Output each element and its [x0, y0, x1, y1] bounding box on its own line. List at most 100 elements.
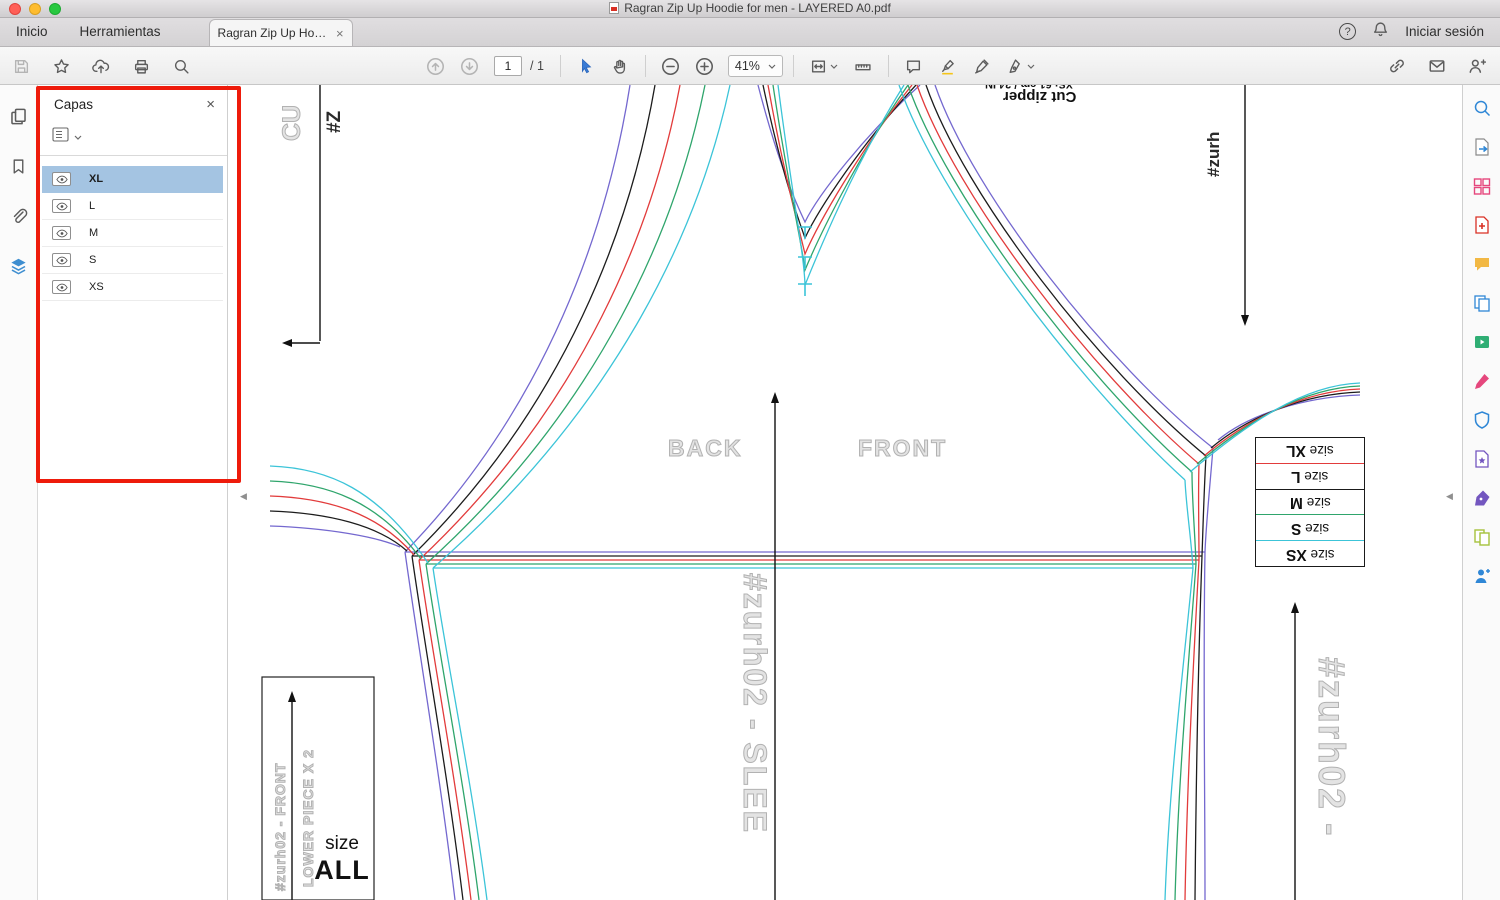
send-email-button[interactable] — [1422, 52, 1452, 80]
action-wizard-icon — [1474, 450, 1489, 468]
layers-options-button[interactable] — [52, 127, 69, 147]
eye-icon — [55, 283, 68, 291]
comment-icon — [907, 59, 921, 73]
next-page-button[interactable] — [454, 52, 484, 80]
ruler-icon — [855, 63, 871, 70]
save-button[interactable] — [6, 52, 36, 80]
favorite-button[interactable] — [46, 52, 76, 80]
fill-sign-icon — [1474, 374, 1489, 389]
left-navigation-rail — [0, 85, 38, 900]
document-tab-label: Ragran Zip Up Ho… — [217, 26, 327, 40]
pattern-lower-piece-label-1: #zurh02 - FRONT — [272, 762, 289, 892]
page-count-label: / 1 — [530, 59, 544, 73]
send-for-signature-button[interactable] — [1469, 563, 1495, 589]
zoom-level-dropdown[interactable]: 41% — [727, 55, 783, 77]
pattern-size-all-label: size ALL — [314, 833, 370, 885]
hand-tool-button[interactable] — [605, 52, 635, 80]
fountain-pen-icon — [975, 58, 990, 74]
certificates-button[interactable] — [1469, 485, 1495, 511]
protect-pdf-button[interactable] — [1469, 407, 1495, 433]
zoom-in-button[interactable] — [690, 52, 720, 80]
panel-options-icon — [52, 127, 69, 142]
share-upload-button[interactable] — [86, 52, 116, 80]
help-button[interactable]: ? — [1339, 23, 1357, 40]
pointer-icon — [581, 58, 592, 74]
bell-icon — [1374, 21, 1388, 36]
layer-label: M — [89, 227, 99, 239]
share-with-people-button[interactable] — [1462, 52, 1492, 80]
pattern-edge-text-left: CU — [278, 104, 307, 141]
send-signature-person-icon — [1475, 569, 1490, 583]
select-tool-button[interactable] — [571, 52, 601, 80]
fill-sign-button[interactable] — [1469, 368, 1495, 394]
share-link-button[interactable] — [1382, 52, 1412, 80]
page-thumbnails-button[interactable] — [4, 101, 34, 131]
eye-icon — [55, 229, 68, 237]
zoom-out-button[interactable] — [656, 52, 686, 80]
search-button[interactable] — [166, 52, 196, 80]
layer-row-m[interactable]: M — [42, 220, 223, 247]
bookmarks-button[interactable] — [4, 151, 34, 181]
layer-visibility-toggle[interactable] — [52, 280, 71, 294]
pdf-document-icon — [609, 1, 620, 17]
combine-files-button[interactable] — [1469, 290, 1495, 316]
edit-media-button[interactable] — [1469, 329, 1495, 355]
pattern-sleeve-label: #zurh02 - SLEE — [737, 573, 774, 835]
pattern-back-label: BACK — [667, 435, 743, 462]
layers-icon — [11, 258, 26, 274]
comment-tool-button[interactable] — [899, 52, 929, 80]
close-tab-button[interactable]: × — [336, 27, 344, 40]
layer-visibility-toggle[interactable] — [52, 199, 71, 213]
tab-home[interactable]: Inicio — [0, 17, 64, 46]
caret-down-icon — [830, 64, 838, 69]
search-tools-button[interactable] — [1469, 95, 1495, 121]
layer-row-l[interactable]: L — [42, 193, 223, 220]
layer-label: XL — [89, 173, 104, 185]
caret-down-icon — [1027, 64, 1035, 69]
layers-panel-close-button[interactable]: × — [206, 96, 215, 113]
collapse-right-panel-button[interactable]: ◀ — [1446, 491, 1453, 502]
previous-page-button[interactable] — [420, 52, 450, 80]
collapse-left-panel-button[interactable]: ◀ — [240, 491, 247, 502]
search-tools-icon — [1474, 100, 1490, 117]
size-table-row: size M — [1256, 490, 1364, 516]
bookmark-icon — [13, 158, 24, 174]
comments-tool-button[interactable] — [1469, 251, 1495, 277]
layer-row-xl[interactable]: XL — [42, 166, 223, 193]
sign-in-button[interactable]: Iniciar sesión — [1405, 24, 1484, 39]
print-button[interactable] — [126, 52, 156, 80]
sign-tool-button[interactable] — [967, 52, 997, 80]
layers-panel-title: Capas — [54, 97, 94, 112]
document-canvas[interactable]: BACK FRONT #zurh02 - SLEE #zurh02 - #zur… — [228, 85, 1462, 900]
page-number-input[interactable] — [494, 56, 522, 76]
tab-tools[interactable]: Herramientas — [64, 17, 177, 46]
eye-icon — [55, 202, 68, 210]
layer-visibility-toggle[interactable] — [52, 253, 71, 267]
layer-visibility-toggle[interactable] — [52, 226, 71, 240]
ink-pen-dropdown[interactable] — [1001, 52, 1041, 80]
page-fit-dropdown[interactable] — [804, 52, 844, 80]
pattern-size-table: size XL size L size M size S size XS — [1255, 437, 1365, 567]
layer-label: L — [89, 200, 96, 212]
layers-button[interactable] — [4, 251, 34, 281]
eye-icon — [55, 256, 68, 264]
hand-icon — [614, 59, 626, 74]
right-tools-rail — [1462, 85, 1500, 900]
create-pdf-button[interactable] — [1469, 212, 1495, 238]
size-table-row: size XL — [1256, 438, 1364, 464]
highlight-tool-button[interactable] — [933, 52, 963, 80]
organize-pages-button[interactable] — [1469, 173, 1495, 199]
protect-shield-icon — [1474, 411, 1489, 429]
layer-row-s[interactable]: S — [42, 247, 223, 274]
action-wizard-button[interactable] — [1469, 446, 1495, 472]
attachments-button[interactable] — [4, 201, 34, 231]
star-icon — [53, 58, 69, 73]
layer-row-xs[interactable]: XS — [42, 274, 223, 301]
export-pdf-button[interactable] — [1469, 134, 1495, 160]
notifications-bell-button[interactable] — [1372, 21, 1389, 43]
tab-document[interactable]: Ragran Zip Up Ho… × — [208, 19, 353, 46]
measure-tool-button[interactable] — [848, 52, 878, 80]
layer-visibility-toggle[interactable] — [52, 172, 71, 186]
pattern-right-piece-label: #zurh02 - — [1311, 657, 1353, 838]
compare-files-button[interactable] — [1469, 524, 1495, 550]
